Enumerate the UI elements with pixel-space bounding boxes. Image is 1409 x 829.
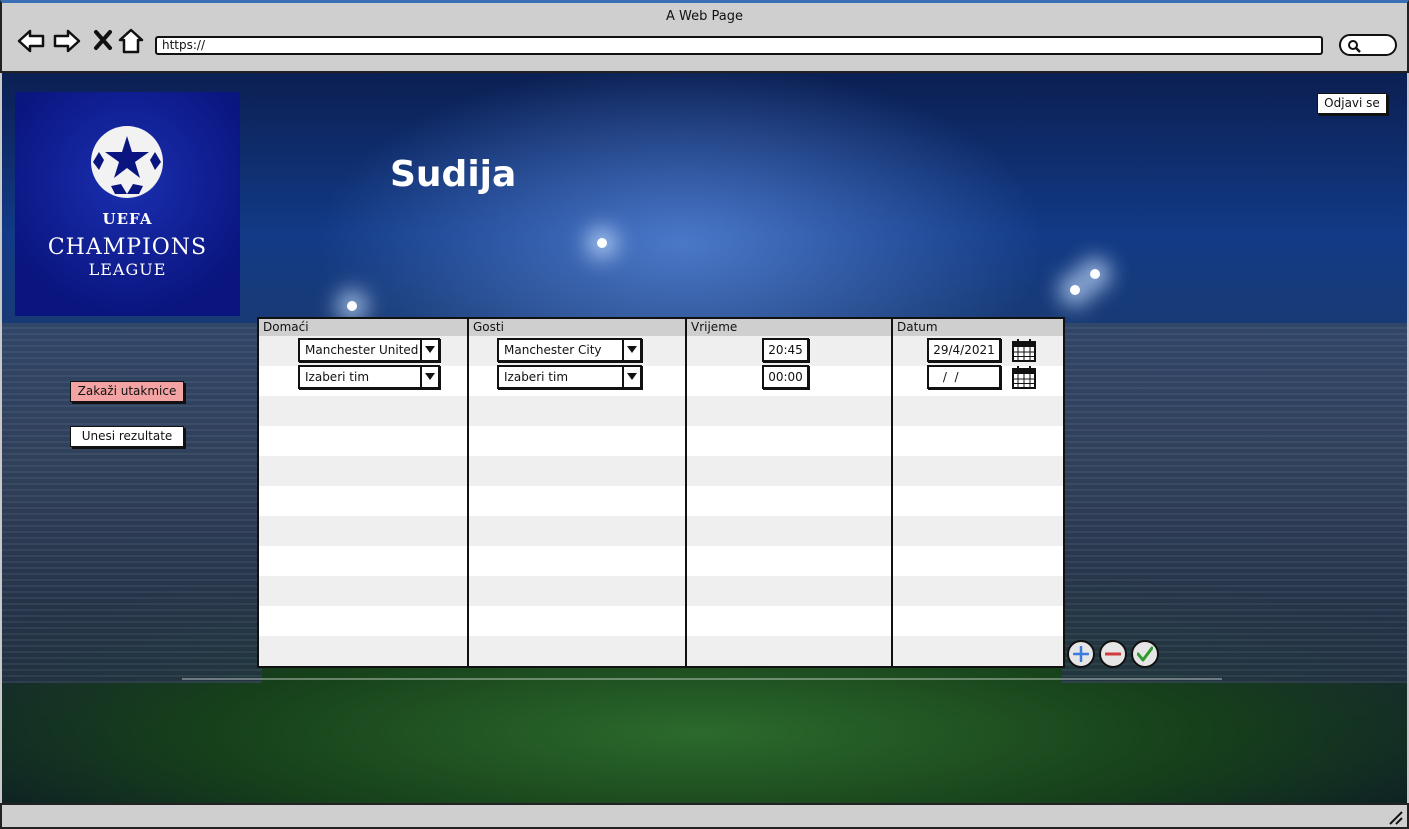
matches-table: Domaći Gosti Vrijeme Datum Manchester Un… [257, 317, 1065, 668]
table-row [259, 516, 1063, 546]
forward-icon[interactable] [52, 26, 82, 56]
away-team-select[interactable]: Izaberi tim [497, 365, 642, 389]
column-divider [685, 319, 687, 666]
logo-text-league: LEAGUE [88, 260, 167, 279]
column-header-time: Vrijeme [687, 319, 891, 336]
time-input[interactable]: 00:00 [762, 365, 809, 389]
date-input[interactable]: / / [927, 365, 1001, 389]
back-icon[interactable] [16, 26, 46, 56]
chevron-down-icon[interactable] [622, 340, 640, 360]
home-team-select[interactable]: Manchester United [298, 338, 440, 362]
starball-icon [91, 126, 163, 198]
home-icon[interactable] [116, 26, 146, 56]
home-team-value: Manchester United [305, 343, 419, 357]
remove-row-button[interactable] [1099, 640, 1127, 668]
chevron-down-icon[interactable] [420, 367, 438, 387]
column-header-home: Domaći [259, 319, 467, 336]
flare [1090, 269, 1100, 279]
flare [1070, 285, 1080, 295]
confirm-button[interactable] [1131, 640, 1159, 668]
table-row [259, 396, 1063, 426]
home-team-value: Izaberi tim [305, 370, 370, 384]
champions-league-logo: UEFA CHAMPIONS LEAGUE [15, 92, 240, 316]
flare [597, 238, 607, 248]
away-team-value: Manchester City [504, 343, 602, 357]
add-row-button[interactable] [1067, 640, 1095, 668]
remove-icon [1105, 652, 1121, 656]
table-row [259, 636, 1063, 666]
column-divider [467, 319, 469, 666]
column-divider [891, 319, 893, 666]
crowd-right [1062, 323, 1407, 683]
date-input[interactable]: 29/4/2021 [927, 338, 1001, 362]
logout-button[interactable]: Odjavi se [1317, 93, 1387, 114]
resize-grip-icon[interactable] [1387, 809, 1403, 825]
table-row [259, 456, 1063, 486]
status-bar [0, 803, 1409, 829]
table-row [259, 576, 1063, 606]
flare [347, 301, 357, 311]
browser-search-input[interactable] [1339, 34, 1397, 56]
away-team-value: Izaberi tim [504, 370, 569, 384]
logo-text-champions: CHAMPIONS [47, 235, 208, 260]
chevron-down-icon[interactable] [420, 340, 438, 360]
enter-results-button[interactable]: Unesi rezultate [70, 426, 184, 447]
time-input[interactable]: 20:45 [762, 338, 809, 362]
page-title: Sudija [390, 154, 517, 195]
column-header-date: Datum [893, 319, 1063, 336]
calendar-icon[interactable] [1012, 365, 1036, 389]
away-team-select[interactable]: Manchester City [497, 338, 642, 362]
home-team-select[interactable]: Izaberi tim [298, 365, 440, 389]
pitch-line [182, 678, 1222, 758]
chevron-down-icon[interactable] [622, 367, 640, 387]
logo-text-uefa: UEFA [102, 210, 153, 228]
window-title: A Web Page [666, 9, 743, 24]
stop-icon[interactable] [88, 26, 118, 56]
search-icon [1348, 40, 1361, 53]
url-input[interactable]: https:// [155, 36, 1323, 55]
column-header-away: Gosti [469, 319, 685, 336]
calendar-icon[interactable] [1012, 338, 1036, 362]
add-icon [1073, 646, 1089, 662]
browser-chrome: A Web Page https:// [0, 0, 1409, 73]
schedule-matches-button[interactable]: Zakaži utakmice [70, 381, 184, 402]
crowd-left [2, 323, 262, 683]
check-icon [1137, 646, 1153, 662]
